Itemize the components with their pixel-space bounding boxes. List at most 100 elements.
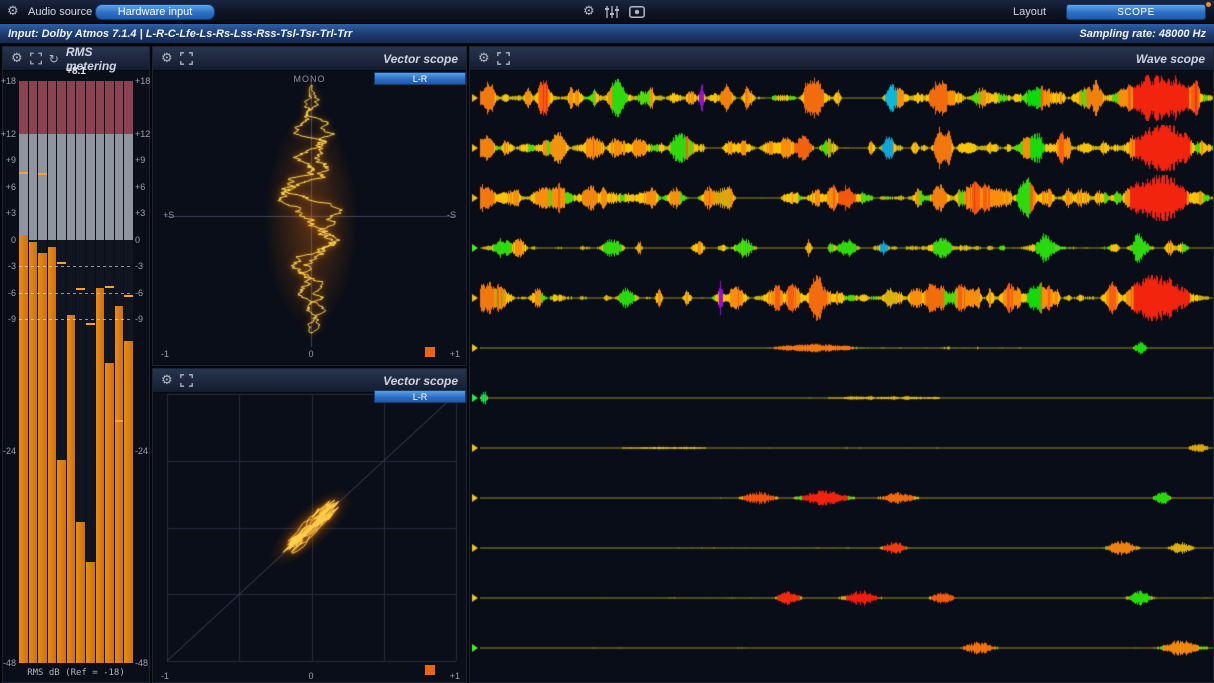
rms-scale-left: +18+12+9+6+30-3-6-9-24-48: [3, 81, 17, 663]
input-info-bar: Input: Dolby Atmos 7.1.4 | L-R-C-Lfe-Ls-…: [0, 24, 1214, 44]
db-scale-label: -48: [135, 659, 148, 668]
meter-bar: [38, 253, 47, 663]
meter-column: [124, 81, 133, 663]
meter-gridline: [19, 319, 133, 320]
db-scale-label: -9: [135, 315, 143, 324]
db-scale-label: +12: [135, 130, 150, 139]
peak-hold-tick: [124, 295, 133, 297]
toolbar-center-icons: ⚙: [583, 5, 645, 18]
db-scale-label: -3: [135, 262, 143, 271]
meter-column: [38, 81, 47, 663]
input-format-text: Input: Dolby Atmos 7.1.4 | L-R-C-Lfe-Ls-…: [8, 28, 352, 40]
db-scale-label: -48: [3, 659, 16, 668]
peak-hold-tick: [38, 173, 47, 175]
meter-column: [115, 81, 124, 663]
vector-bottom-settings-gear-icon[interactable]: ⚙: [161, 374, 173, 387]
peak-hold-tick: [115, 420, 124, 422]
peak-hold-tick: [57, 262, 66, 264]
db-scale-label: -6: [8, 289, 16, 298]
vector-top-title: Vector scope: [383, 52, 458, 66]
meter-column: [76, 81, 85, 663]
vectorscope-xy-display: [153, 393, 468, 683]
meter-column: [57, 81, 66, 663]
db-scale-label: +6: [135, 183, 145, 192]
db-scale-label: +6: [6, 183, 16, 192]
rms-metering-panel: ⚙ ↻ RMS metering +8.1 +18+12+9+6+30-3-6-…: [2, 46, 150, 683]
rms-settings-gear-icon[interactable]: ⚙: [11, 52, 23, 65]
mixer-icon[interactable]: [605, 6, 619, 18]
vector-bottom-fullscreen-icon[interactable]: [180, 374, 193, 387]
db-scale-label: +9: [135, 156, 145, 165]
global-settings-gear-icon[interactable]: ⚙: [583, 5, 595, 18]
peak-hold-tick: [105, 286, 114, 288]
meter-bar: [76, 522, 85, 663]
x-axis-minus1-label: -1: [161, 671, 169, 681]
meter-bar: [96, 288, 105, 663]
meter-column: [29, 81, 38, 663]
audio-analyzer-app: ⚙ Audio source Hardware input ⚙ Layout S…: [0, 0, 1214, 683]
scope-button[interactable]: SCOPE: [1066, 4, 1206, 20]
meter-bar: [19, 235, 28, 663]
meter-bar: [124, 341, 133, 663]
vector-top-header: ⚙ Vector scope: [153, 47, 466, 71]
db-scale-label: -24: [3, 447, 16, 456]
peak-hold-tick: [19, 172, 28, 174]
io-routing-icon[interactable]: [629, 6, 645, 18]
vector-scope-panel-bottom: ⚙ Vector scope L-R -1 0 +1: [152, 368, 467, 683]
db-scale-label: 0: [135, 236, 140, 245]
wave-panel-title: Wave scope: [1136, 52, 1205, 66]
x-axis-plus1-label: +1: [450, 671, 460, 681]
meter-bar: [57, 460, 66, 663]
wave-fullscreen-icon[interactable]: [497, 52, 510, 65]
meter-gridline: [19, 293, 133, 294]
hardware-input-button[interactable]: Hardware input: [95, 4, 215, 20]
mono-axis-label: MONO: [153, 74, 466, 84]
peak-hold-tick: [76, 288, 85, 290]
wave-settings-gear-icon[interactable]: ⚙: [478, 52, 490, 65]
top-toolbar: ⚙ Audio source Hardware input ⚙ Layout S…: [0, 0, 1214, 24]
meter-column: [96, 81, 105, 663]
meter-gridline: [19, 266, 133, 267]
meter-bar: [67, 315, 76, 663]
vector-top-settings-gear-icon[interactable]: ⚙: [161, 52, 173, 65]
rms-fullscreen-icon[interactable]: [30, 52, 42, 65]
clip-indicator: [425, 665, 435, 675]
rms-scale-right: +18+12+9+6+30-3-6-9-24-48: [135, 81, 151, 663]
x-axis-minus1-label: -1: [161, 349, 169, 359]
db-scale-label: -9: [8, 315, 16, 324]
rms-meter-columns: [19, 81, 133, 663]
sampling-rate-text: Sampling rate: 48000 Hz: [1079, 28, 1206, 40]
rms-meter-display: +18+12+9+6+30-3-6-9-24-48 +18+12+9+6+30-…: [3, 81, 149, 663]
meter-column: [48, 81, 57, 663]
vector-scope-panel-top: ⚙ Vector scope L-R MONO +S -S -1 0 +1: [152, 46, 467, 366]
meter-column: [67, 81, 76, 663]
meter-bar: [48, 247, 57, 663]
layout-button[interactable]: Layout: [1013, 6, 1046, 18]
wave-panel-header: ⚙ Wave scope: [470, 47, 1213, 71]
db-scale-label: -24: [135, 447, 148, 456]
vector-top-fullscreen-icon[interactable]: [180, 52, 193, 65]
meter-bar: [86, 562, 95, 663]
settings-gear-icon[interactable]: ⚙: [7, 5, 19, 18]
db-scale-label: +3: [6, 209, 16, 218]
wave-scope-panel: ⚙ Wave scope: [469, 46, 1214, 683]
meter-bar: [115, 306, 124, 663]
rms-footer-label: RMS dB (Ref = -18): [3, 668, 149, 678]
rms-reset-icon[interactable]: ↻: [49, 53, 59, 65]
x-axis-zero-label: 0: [301, 349, 321, 359]
meter-bar: [29, 242, 38, 663]
peak-hold-tick: [86, 323, 95, 325]
db-scale-label: +9: [6, 156, 16, 165]
db-scale-label: -6: [135, 289, 143, 298]
audio-source-label[interactable]: Audio source: [28, 6, 92, 18]
x-axis-plus1-label: +1: [450, 349, 460, 359]
vector-bottom-mode-button[interactable]: L-R: [374, 390, 466, 403]
vectorscope-polar-display: [153, 71, 468, 367]
db-scale-label: +18: [1, 77, 16, 86]
meter-column: [19, 81, 28, 663]
x-axis-zero-label: 0: [301, 671, 321, 681]
db-scale-label: +3: [135, 209, 145, 218]
db-scale-label: 0: [11, 236, 16, 245]
activity-dot: [1206, 2, 1211, 7]
waveform-display: [470, 71, 1214, 683]
